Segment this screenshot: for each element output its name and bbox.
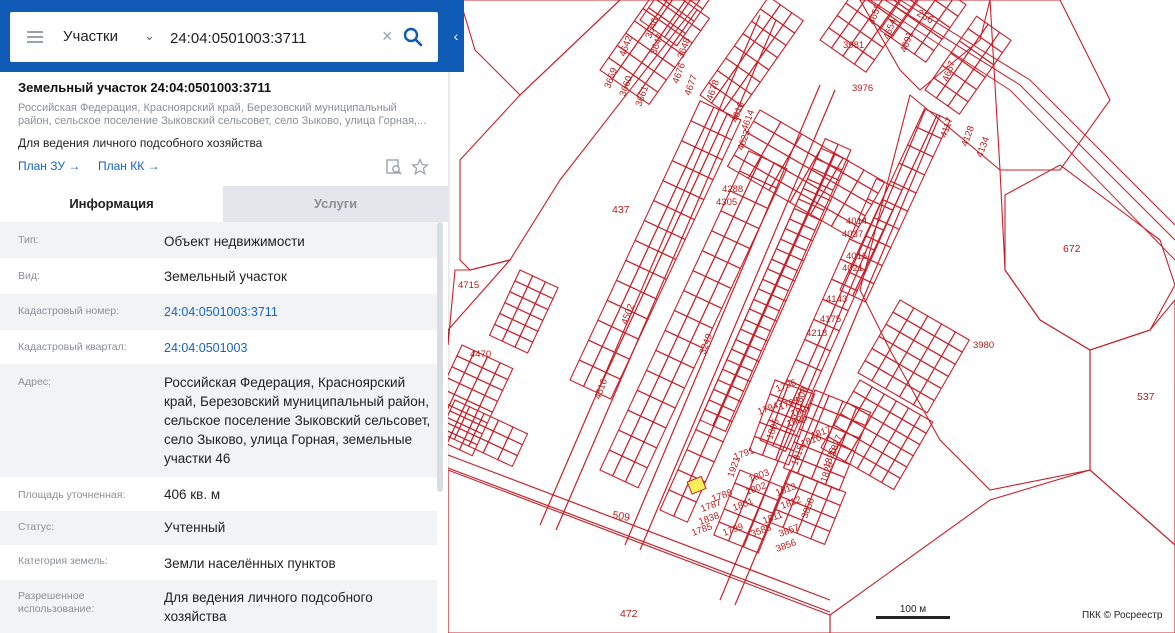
object-address: Российская Федерация, Красноярский край,… (18, 102, 427, 127)
row-label: Разрешенное использование: (18, 590, 95, 615)
row-value: Объект недвижимости (164, 234, 305, 249)
row-label: Тип: (18, 234, 39, 246)
collapse-panel-button[interactable]: ‹ (448, 0, 464, 72)
tab-information[interactable]: Информация (0, 186, 223, 222)
table-row: Площадь уточненная: 406 кв. м (0, 477, 437, 511)
parcel-label: 4218 (806, 328, 827, 339)
search-icon[interactable] (402, 26, 424, 48)
tab-bar: Информация Услуги (0, 186, 448, 222)
parcel-label: 4305 (716, 197, 737, 208)
row-value: Земельный участок (164, 269, 287, 284)
table-row: Вид: Земельный участок (0, 258, 437, 294)
parcel-label: 3980 (973, 340, 994, 351)
search-bar: Участки ⌄ × (0, 0, 448, 72)
chevron-down-icon[interactable]: ⌄ (144, 28, 155, 44)
parcel-label: 4288 (722, 184, 743, 195)
row-label: Адрес: (18, 376, 51, 388)
table-row: Тип: Объект недвижимости (0, 222, 437, 258)
parcel-label: 537 (1137, 391, 1155, 403)
plan-kk-link[interactable]: План КК → (98, 159, 160, 173)
table-row: Статус: Учтенный (0, 511, 437, 545)
search-box: Участки ⌄ × (10, 12, 438, 62)
parcel-label: 4037 (842, 229, 863, 240)
parcel-label: 4175 (820, 314, 841, 325)
parcel-label: 3981 (843, 40, 864, 51)
map-search-icon[interactable] (385, 158, 403, 176)
plan-zu-link[interactable]: План ЗУ → (18, 159, 80, 173)
row-value: Учтенный (164, 520, 226, 535)
object-title: Земельный участок 24:04:0501003:3711 (18, 80, 272, 95)
table-row: Разрешенное использование: Для ведения л… (0, 580, 437, 633)
row-label: Категория земель: (18, 555, 108, 567)
parcel-label: 4143 (826, 294, 847, 305)
info-table: Тип: Объект недвижимости Вид: Земельный … (0, 222, 437, 633)
scale-bar: 100 м (876, 604, 974, 619)
row-value: Земли населённых пунктов (164, 556, 336, 571)
info-panel: Участки ⌄ × Земельный участок 24:04:0501… (0, 0, 448, 633)
cadastral-number-link[interactable]: 24:04:0501003:3711 (164, 303, 432, 322)
parcel-label: 672 (1063, 243, 1081, 255)
parcel-label: 4470 (470, 349, 491, 360)
row-label: Кадастровый квартал: (18, 341, 127, 353)
table-row: Категория земель: Земли населённых пункт… (0, 545, 437, 580)
parcel-label: 4016 (846, 251, 867, 262)
search-type-select[interactable]: Участки (63, 28, 118, 45)
parcel-label: 437 (612, 204, 630, 216)
clear-icon[interactable]: × (382, 26, 393, 47)
parcel-label: 472 (620, 608, 638, 620)
scrollbar[interactable] (437, 222, 443, 492)
table-row: Кадастровый квартал: 24:04:0501003 (0, 330, 437, 364)
row-label: Статус: (18, 521, 55, 533)
menu-icon[interactable] (27, 31, 43, 43)
row-value: Российская Федерация, Красноярский край,… (164, 375, 431, 466)
parcel-label: 4014 (846, 216, 867, 227)
cadastral-quarter-link[interactable]: 24:04:0501003 (164, 339, 432, 358)
parcel-label: 4715 (458, 280, 479, 291)
row-value: 406 кв. м (164, 487, 221, 502)
table-row: Адрес: Российская Федерация, Красноярски… (0, 364, 437, 477)
object-use: Для ведения личного подсобного хозяйства (18, 136, 263, 150)
row-label: Площадь уточненная: (18, 489, 126, 501)
table-row: Кадастровый номер: 24:04:0501003:3711 (0, 294, 437, 330)
star-icon[interactable] (411, 158, 429, 176)
search-input[interactable] (168, 24, 382, 52)
copyright: ПКК © Росреестр (1082, 610, 1163, 621)
parcel-label: 4021 (842, 263, 863, 274)
scale-label: 100 м (899, 604, 927, 615)
row-label: Вид: (18, 270, 40, 282)
parcel-label: 3976 (852, 83, 873, 94)
row-value: Для ведения личного подсобного хозяйства (164, 590, 373, 624)
scale-line (876, 616, 950, 619)
tab-services[interactable]: Услуги (223, 186, 448, 222)
row-label: Кадастровый номер: (18, 305, 120, 317)
